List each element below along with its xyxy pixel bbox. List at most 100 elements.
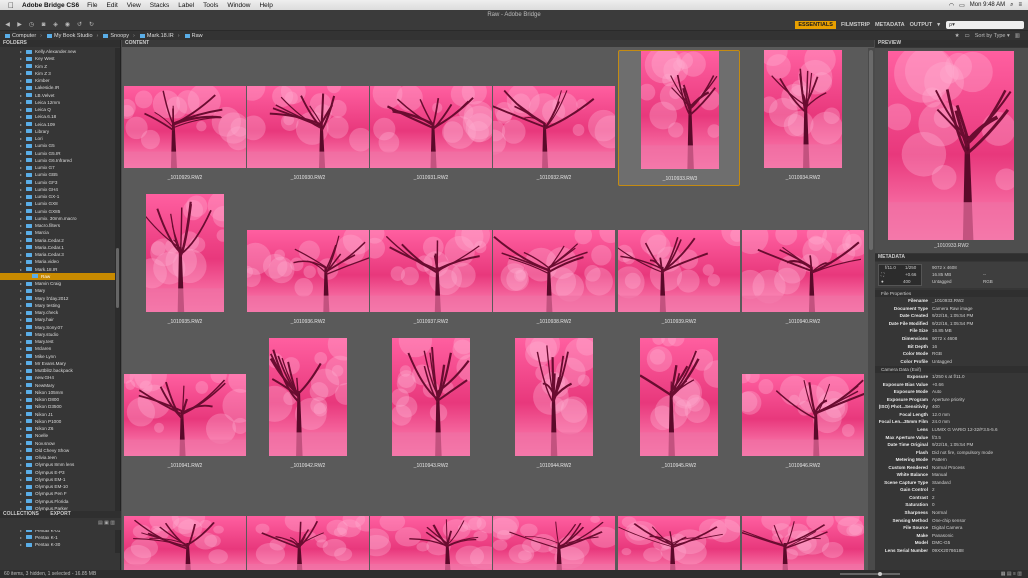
thumbnail-image[interactable] xyxy=(641,51,719,169)
folder-item[interactable]: ▸ Nikon P1000 xyxy=(0,418,116,425)
thumbnail-image[interactable] xyxy=(618,230,740,312)
folder-item[interactable]: ▸ Olympus E-P3 xyxy=(0,469,116,476)
thumbnail-image[interactable] xyxy=(247,516,369,570)
recent-icon[interactable]: ◷ xyxy=(27,22,36,29)
folder-item[interactable]: ▸ Lumix GF3 xyxy=(0,179,116,186)
folder-item[interactable]: ▸ Mary.test xyxy=(0,338,116,345)
workspace-output[interactable]: OUTPUT xyxy=(910,22,933,28)
thumbnail-cell[interactable]: _1010946.RW2 xyxy=(742,338,864,474)
thumbnail-image[interactable] xyxy=(370,516,492,570)
folder-item[interactable]: ▸ Olympus.Florida xyxy=(0,498,116,505)
folder-item[interactable]: ▸ Kim Z xyxy=(0,63,116,70)
folder-item[interactable]: ▸ Mary.studio xyxy=(0,331,116,338)
menu-help[interactable]: Help xyxy=(259,2,272,9)
slider-handle[interactable] xyxy=(878,572,882,576)
folder-item[interactable]: ▸ Nikon Z6 xyxy=(0,425,116,432)
menu-file[interactable]: File xyxy=(87,2,97,9)
folder-item[interactable]: ▸ Leica.109 xyxy=(0,121,116,128)
thumbnail-image[interactable] xyxy=(493,86,615,168)
clock[interactable]: Mon 9:48 AM xyxy=(970,2,1005,8)
rotate-right-icon[interactable]: ↻ xyxy=(87,22,96,29)
forward-icon[interactable]: ▶ xyxy=(15,22,24,29)
new-collection-icon[interactable]: ▤ ▣ ▥ xyxy=(98,520,115,526)
preview-tab[interactable]: PREVIEW xyxy=(875,40,1028,47)
view-mode-icons[interactable]: ▦ ▤ ≡ ▥ xyxy=(1001,570,1022,578)
thumbnail-cell[interactable]: _1010929.RW2 xyxy=(124,50,246,186)
folder-item[interactable]: ▸ Lakeside.IR xyxy=(0,84,116,91)
folder-item[interactable]: ▸ Lumix GX8 xyxy=(0,200,116,207)
thumbnail-cell[interactable]: _1010932.RW2 xyxy=(493,50,615,186)
folder-item[interactable]: ▸ Muttblitz.backpack xyxy=(0,367,116,374)
folder-item[interactable]: ▸ LB.Velvet xyxy=(0,92,116,99)
folder-item[interactable]: ▸ Pentax K-30 xyxy=(0,541,116,548)
search-input[interactable]: ρ▾ xyxy=(946,21,1024,29)
thumbnail-cell[interactable]: _1010937.RW2 xyxy=(370,194,492,330)
thumbnail-cell[interactable]: _1010942.RW2 xyxy=(247,338,369,474)
content-tab[interactable]: CONTENT xyxy=(122,40,874,47)
thumbnail-cell[interactable]: _1010935.RW2 xyxy=(124,194,246,330)
thumbnail-cell[interactable]: _1010934.RW2 xyxy=(742,50,864,186)
workspace-menu-icon[interactable]: ▾ xyxy=(937,22,940,28)
thumbnail-image[interactable] xyxy=(764,50,842,168)
folder-item[interactable]: Raw xyxy=(0,272,116,280)
folder-item[interactable]: ▸ Nikon D3500 xyxy=(0,403,116,410)
folder-item[interactable]: ▸ Maria.video xyxy=(0,258,116,265)
thumbnail-cell[interactable]: _1010938.RW2 xyxy=(493,194,615,330)
thumbnail-cell[interactable]: _1010931.RW2 xyxy=(370,50,492,186)
folder-item[interactable]: ▸ Kelly.Alexander.new xyxy=(0,48,116,55)
metadata-tab[interactable]: METADATA xyxy=(875,254,1028,261)
open-camera-raw-icon[interactable]: ◉ xyxy=(63,22,72,29)
thumbnail-image[interactable] xyxy=(515,338,593,456)
folder-item[interactable]: ▸ Olympus EM-1 xyxy=(0,476,116,483)
collections-tab[interactable]: COLLECTIONS xyxy=(3,511,39,517)
folder-item[interactable]: ▸ Lumix GX-1 xyxy=(0,193,116,200)
thumbnail-image[interactable] xyxy=(370,86,492,168)
metadata-section-header[interactable]: Camera Data (Exif) xyxy=(875,365,1028,373)
folder-item[interactable]: ▸ Olympus Pen F xyxy=(0,490,116,497)
folder-item[interactable]: ▸ Mr Evans.Mary xyxy=(0,360,116,367)
workspace-metadata[interactable]: METADATA xyxy=(875,22,905,28)
thumbnail-image[interactable] xyxy=(269,338,347,456)
folder-item[interactable]: ▸ Lumix G5.IR xyxy=(0,150,116,157)
folder-item[interactable]: ▸ Lumix. 30mm.macro xyxy=(0,215,116,222)
folder-item[interactable]: ▸ Kim Z 3 xyxy=(0,70,116,77)
apple-icon[interactable]:  xyxy=(6,1,16,10)
content-scrollbar[interactable] xyxy=(868,48,874,570)
thumbnail-cell[interactable]: _1010933.RW3 xyxy=(618,50,740,186)
thumbnail-cell[interactable]: _1010936.RW2 xyxy=(247,194,369,330)
back-icon[interactable]: ◀ xyxy=(3,22,12,29)
crumb-computer[interactable]: Computer › xyxy=(5,33,42,39)
folder-item[interactable]: ▸ Leica Q xyxy=(0,106,116,113)
thumbnail-image[interactable] xyxy=(370,230,492,312)
folder-item[interactable]: ▸ Nov.snow xyxy=(0,440,116,447)
metadata-section-header[interactable]: File Properties xyxy=(875,290,1028,297)
folders-scrollbar[interactable] xyxy=(115,48,120,553)
thumbnail-cell[interactable]: _1010930.RW2 xyxy=(247,50,369,186)
folder-item[interactable]: ▸ Lumix GX85 xyxy=(0,208,116,215)
folder-item[interactable]: ▸ Key West xyxy=(0,55,116,62)
workspace-essentials[interactable]: ESSENTIALS xyxy=(795,21,836,29)
folder-item[interactable]: ▸ Olympus EM-10 xyxy=(0,483,116,490)
folder-item[interactable]: ▸ Mary.hair xyxy=(0,316,116,323)
thumbnail-image[interactable] xyxy=(742,374,864,456)
trash-icon[interactable]: ▥ xyxy=(1015,33,1020,39)
folder-item[interactable]: ▸ Old Chevy Show xyxy=(0,447,116,454)
thumbnail-cell[interactable]: _1010941.RW2 xyxy=(124,338,246,474)
folder-item[interactable]: ▸ Pentax K-1 xyxy=(0,534,116,541)
spotlight-icon[interactable]: ⌕ xyxy=(1010,2,1013,9)
thumbnail-image[interactable] xyxy=(640,338,718,456)
folder-item[interactable]: ▸ Nikon 105mm xyxy=(0,389,116,396)
camera-icon[interactable]: ◙ xyxy=(39,22,48,29)
new-folder-icon[interactable]: ▭ xyxy=(965,33,970,39)
thumbnail-image[interactable] xyxy=(124,86,246,168)
folder-item[interactable]: ▸ Lumix G6.Infrared xyxy=(0,157,116,164)
menu-label[interactable]: Label xyxy=(178,2,194,9)
folder-item[interactable]: ▸ Marcia xyxy=(0,229,116,236)
thumbnail-cell[interactable]: _1010940.RW2 xyxy=(742,194,864,330)
folder-item[interactable]: ▸ Macro.filters xyxy=(0,222,116,229)
battery-icon[interactable]: ▭ xyxy=(959,2,965,9)
refine-icon[interactable]: ◈ xyxy=(51,22,60,29)
preview-image[interactable] xyxy=(884,44,1018,241)
folder-item[interactable]: ▸ Library xyxy=(0,128,116,135)
folder-item[interactable]: ▸ Mary testing xyxy=(0,302,116,309)
